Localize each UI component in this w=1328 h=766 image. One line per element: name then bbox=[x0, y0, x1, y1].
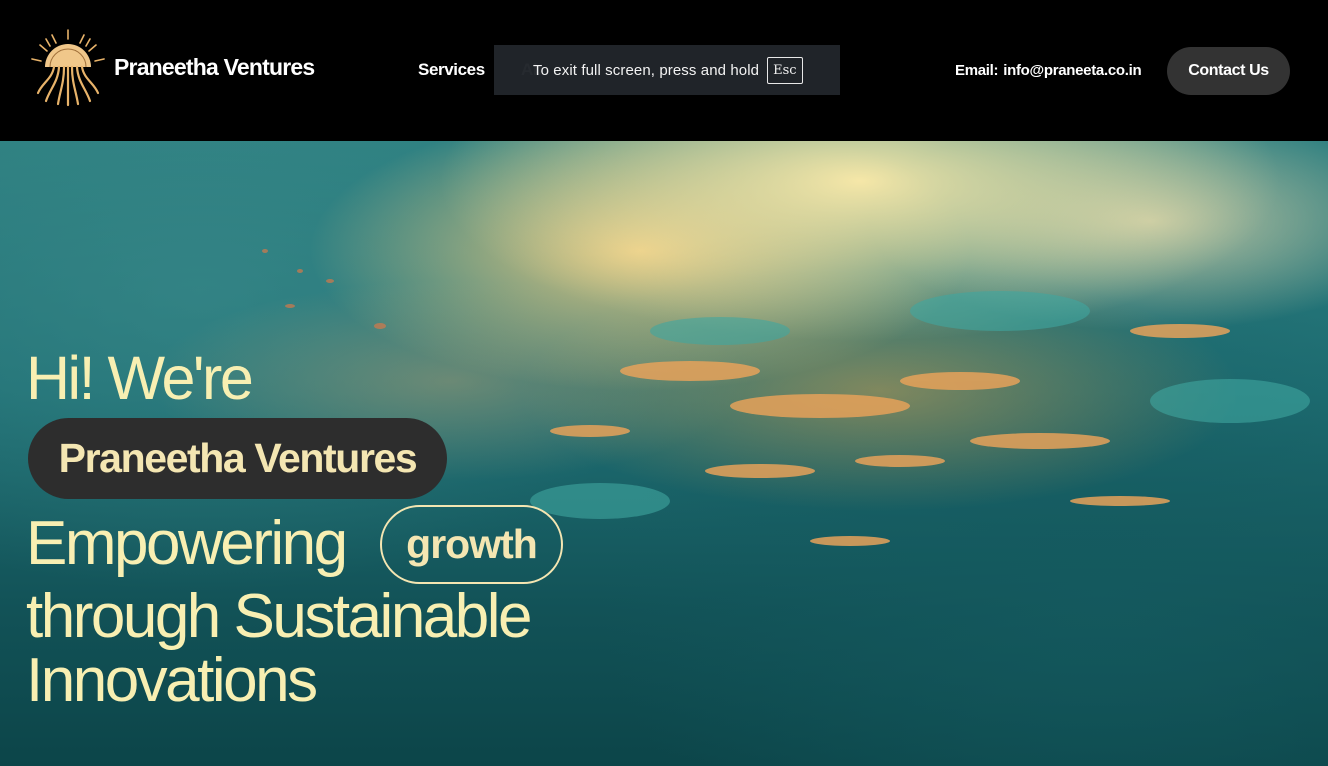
hero-headline-innovations: Innovations bbox=[26, 646, 318, 715]
brand-name: Praneetha Ventures bbox=[114, 53, 315, 80]
fullscreen-exit-text: To exit full screen, press and hold bbox=[533, 61, 760, 79]
contact-us-button[interactable]: Contact Us bbox=[1167, 47, 1290, 95]
fullscreen-exit-banner: To exit full screen, press and hold Esc bbox=[494, 45, 840, 95]
hero-headline-sustainable: through Sustainable bbox=[26, 582, 533, 651]
site-header: Praneetha Ventures Services Ab To exit f… bbox=[0, 0, 1328, 141]
hero-headline-empowering: Empowering bbox=[26, 509, 348, 578]
esc-key-label: Esc bbox=[767, 56, 803, 84]
hero-brand-pill: Praneetha Ventures bbox=[28, 418, 447, 499]
email-address[interactable]: info@praneeta.co.in bbox=[1003, 62, 1141, 79]
page: Praneetha Ventures Services Ab To exit f… bbox=[0, 0, 1328, 766]
brand-logo[interactable]: Praneetha Ventures bbox=[28, 27, 315, 107]
hero-growth-pill: growth bbox=[380, 505, 563, 584]
contact-email[interactable]: Email: info@praneeta.co.in bbox=[955, 62, 1142, 79]
nav-services-link[interactable]: Services bbox=[418, 60, 485, 80]
email-label: Email: bbox=[955, 62, 999, 79]
sun-jellyfish-logo-icon bbox=[31, 29, 105, 107]
hero-section: Hi! We're Praneetha Ventures Empowering … bbox=[0, 141, 1328, 766]
hero-greeting: Hi! We're bbox=[26, 344, 254, 412]
